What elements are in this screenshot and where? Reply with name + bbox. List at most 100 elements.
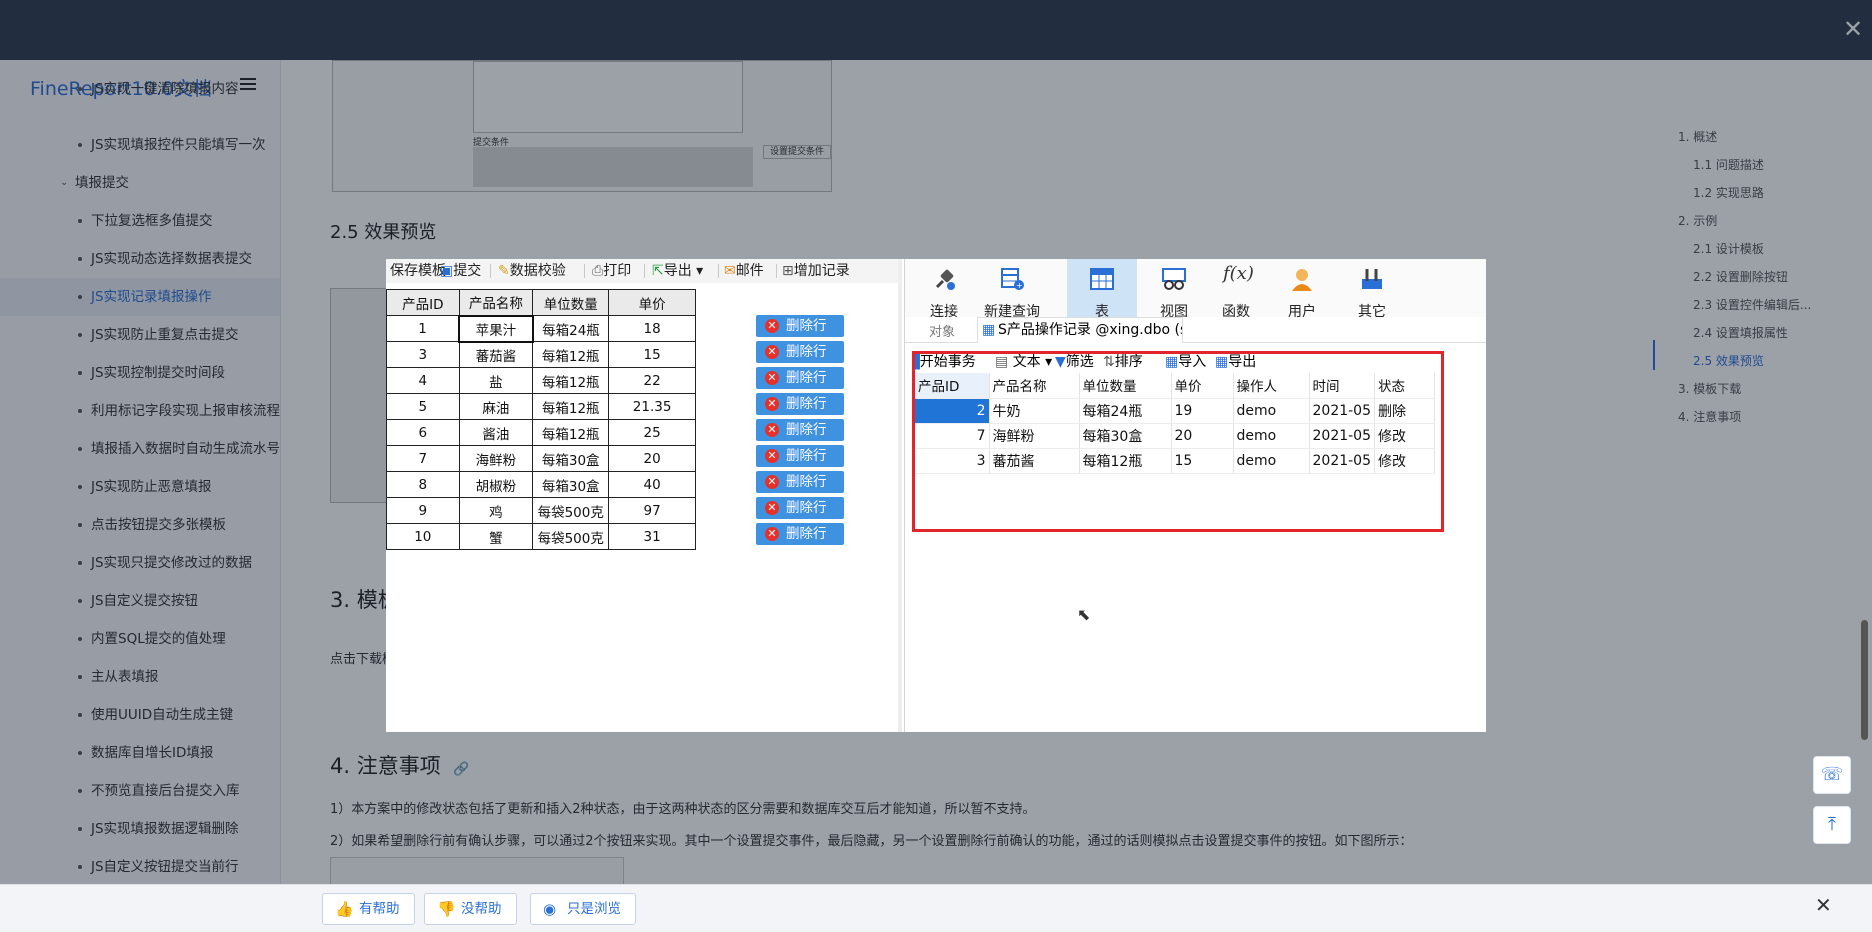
anchor-link-icon[interactable]: 🔗: [453, 762, 469, 777]
report-cell[interactable]: 5: [386, 393, 460, 420]
toc-item[interactable]: 4. 注意事项: [1678, 408, 1741, 425]
report-cell[interactable]: 蕃茄酱: [458, 341, 534, 368]
sidebar-item[interactable]: ⌄ 填报提交: [0, 164, 280, 202]
table-tab[interactable]: ▦ S产品操作记录 @xing.dbo (s...: [977, 317, 1183, 343]
object-tab[interactable]: 对象: [929, 321, 955, 340]
report-cell[interactable]: 每箱24瓶: [532, 315, 610, 342]
sidebar-item[interactable]: JS实现记录填报操作: [0, 278, 280, 316]
report-cell[interactable]: 97: [608, 497, 696, 524]
toc-item[interactable]: 1. 概述: [1678, 128, 1717, 145]
ribbon-view[interactable]: 视图: [1139, 259, 1209, 325]
report-cell[interactable]: 每袋500克: [532, 497, 610, 524]
sidebar-item[interactable]: 主从表填报: [0, 658, 280, 696]
report-cell[interactable]: 4: [386, 367, 460, 394]
report-cell[interactable]: 每箱30盒: [532, 471, 610, 498]
report-cell[interactable]: 8: [386, 471, 460, 498]
report-cell[interactable]: 每箱12瓶: [532, 419, 610, 446]
sidebar-item[interactable]: 填报插入数据时自动生成流水号: [0, 430, 280, 468]
report-cell[interactable]: 20: [608, 445, 696, 472]
delete-row-button[interactable]: ✕ 删除行: [756, 315, 844, 337]
report-cell[interactable]: 10: [386, 523, 460, 550]
report-cell[interactable]: 7: [386, 445, 460, 472]
submit-button[interactable]: ▣提交: [440, 259, 481, 283]
sidebar-item[interactable]: JS实现一键清除填报内容: [0, 70, 280, 108]
sidebar-item[interactable]: 下拉复选框多值提交: [0, 202, 280, 240]
sidebar-item[interactable]: 使用UUID自动生成主键: [0, 696, 280, 734]
report-cell[interactable]: 31: [608, 523, 696, 550]
report-cell[interactable]: 3: [386, 341, 460, 368]
sidebar-item[interactable]: JS自定义提交按钮: [0, 582, 280, 620]
report-cell[interactable]: 9: [386, 497, 460, 524]
ribbon-connect[interactable]: 连接: [909, 259, 979, 325]
back-to-top-icon[interactable]: ⤒: [1813, 806, 1851, 844]
close-feedback-icon[interactable]: ✕: [1815, 893, 1832, 917]
ribbon-function[interactable]: f(x) 函数: [1201, 259, 1271, 325]
toc-item[interactable]: 1.1 问题描述: [1693, 156, 1764, 173]
report-cell[interactable]: 蟹: [458, 523, 534, 550]
ribbon-table[interactable]: 表: [1067, 259, 1137, 325]
delete-row-button[interactable]: ✕ 删除行: [756, 341, 844, 363]
report-cell[interactable]: 胡椒粉: [458, 471, 534, 498]
delete-row-button[interactable]: ✕ 删除行: [756, 367, 844, 389]
delete-row-button[interactable]: ✕ 删除行: [756, 445, 844, 467]
sidebar-item[interactable]: JS实现动态选择数据表提交: [0, 240, 280, 278]
delete-row-button[interactable]: ✕ 删除行: [756, 497, 844, 519]
unhelpful-button[interactable]: 👎 没帮助: [424, 893, 517, 925]
add-record-button[interactable]: ⊞增加记录: [782, 259, 850, 283]
report-cell[interactable]: 25: [608, 419, 696, 446]
report-cell[interactable]: 苹果汁: [458, 314, 534, 343]
report-cell[interactable]: 麻油: [458, 393, 534, 420]
report-cell[interactable]: 鸡: [458, 497, 534, 524]
scrollbar[interactable]: [1861, 620, 1868, 740]
helpful-button[interactable]: 👍 有帮助: [322, 893, 415, 925]
save-template-button[interactable]: 保存模板: [390, 259, 446, 283]
ribbon-new-query[interactable]: + 新建查询: [977, 259, 1047, 325]
sidebar-item[interactable]: 内置SQL提交的值处理: [0, 620, 280, 658]
delete-row-button[interactable]: ✕ 删除行: [756, 419, 844, 441]
report-cell[interactable]: 酱油: [458, 419, 534, 446]
toc-item[interactable]: 2.5 效果预览: [1693, 352, 1764, 369]
sidebar-item[interactable]: JS实现防止恶意填报: [0, 468, 280, 506]
sidebar-item[interactable]: JS实现只提交修改过的数据: [0, 544, 280, 582]
report-cell[interactable]: 18: [608, 315, 696, 342]
sidebar-item[interactable]: JS实现防止重复点击提交: [0, 316, 280, 354]
export-button[interactable]: ⇱导出 ▾: [652, 259, 703, 283]
toc-item[interactable]: 2. 示例: [1678, 212, 1717, 229]
toc-item[interactable]: 2.4 设置填报属性: [1693, 324, 1788, 341]
ribbon-user[interactable]: 用户: [1267, 259, 1337, 325]
sidebar-item[interactable]: JS实现填报数据逻辑删除: [0, 810, 280, 848]
mail-button[interactable]: ✉邮件: [724, 259, 764, 283]
phone-icon[interactable]: ☏: [1813, 756, 1851, 794]
delete-row-button[interactable]: ✕ 删除行: [756, 471, 844, 493]
report-cell[interactable]: 盐: [458, 367, 534, 394]
report-cell[interactable]: 每袋500克: [532, 523, 610, 550]
delete-row-button[interactable]: ✕ 删除行: [756, 523, 844, 545]
sidebar-item[interactable]: 数据库自增长ID填报: [0, 734, 280, 772]
sidebar-item[interactable]: 利用标记字段实现上报审核流程: [0, 392, 280, 430]
report-cell[interactable]: 40: [608, 471, 696, 498]
report-cell[interactable]: 每箱30盒: [532, 445, 610, 472]
close-icon[interactable]: ✕: [1842, 17, 1864, 41]
ribbon-other[interactable]: 其它: [1337, 259, 1407, 325]
sidebar-item[interactable]: JS实现填报控件只能填写一次: [0, 126, 280, 164]
toc-item[interactable]: 2.2 设置删除按钮: [1693, 268, 1788, 285]
sidebar-item[interactable]: 点击按钮提交多张模板: [0, 506, 280, 544]
report-cell[interactable]: 海鲜粉: [458, 445, 534, 472]
toc-item[interactable]: 2.3 设置控件编辑后...: [1693, 296, 1811, 313]
sidebar-item[interactable]: JS实现控制提交时间段: [0, 354, 280, 392]
report-cell[interactable]: 15: [608, 341, 696, 368]
toc-item[interactable]: 3. 模板下载: [1678, 380, 1741, 397]
verify-button[interactable]: ✎数据校验: [498, 259, 566, 283]
report-cell[interactable]: 1: [386, 315, 460, 342]
report-cell[interactable]: 21.35: [608, 393, 696, 420]
report-cell[interactable]: 每箱12瓶: [532, 341, 610, 368]
sidebar-item[interactable]: JS自定义按钮提交当前行: [0, 848, 280, 886]
report-cell[interactable]: 6: [386, 419, 460, 446]
browse-button[interactable]: ◉ 只是浏览: [530, 893, 636, 925]
sidebar-item[interactable]: 不预览直接后台提交入库: [0, 772, 280, 810]
toc-item[interactable]: 1.2 实现思路: [1693, 184, 1764, 201]
delete-row-button[interactable]: ✕ 删除行: [756, 393, 844, 415]
report-cell[interactable]: 22: [608, 367, 696, 394]
toc-item[interactable]: 2.1 设计模板: [1693, 240, 1764, 257]
report-cell[interactable]: 每箱12瓶: [532, 367, 610, 394]
